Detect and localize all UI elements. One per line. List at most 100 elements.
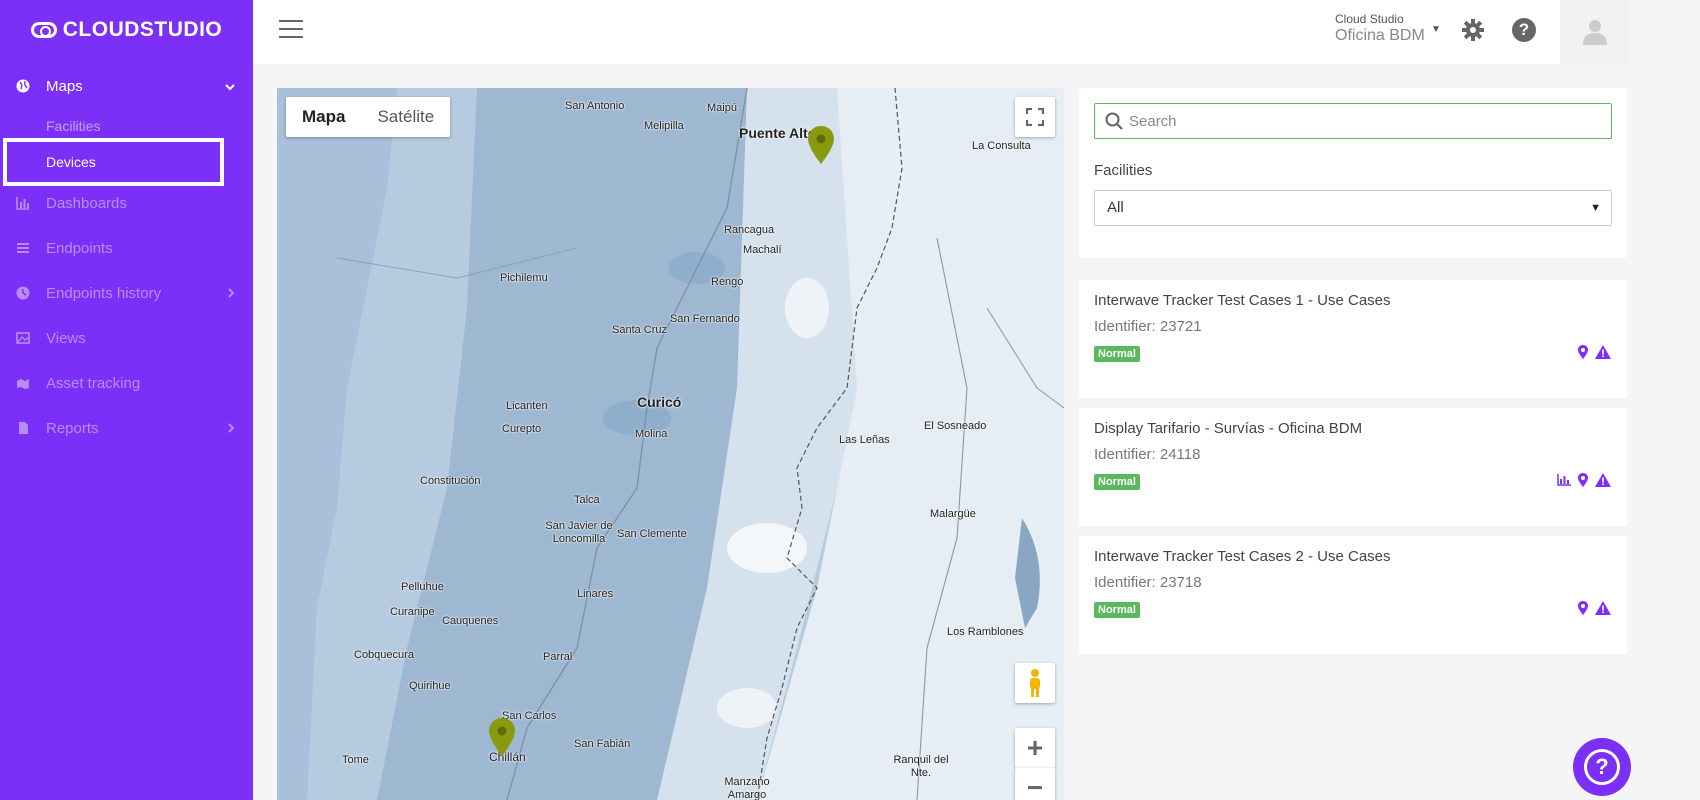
sidebar-item-label: Views	[46, 329, 86, 347]
sidebar-item-endpoints[interactable]: Endpoints	[0, 228, 253, 268]
status-badge: Normal	[1094, 346, 1140, 362]
map-place-label: Machalí	[743, 244, 782, 256]
caret-down-icon: ▼	[1590, 202, 1601, 214]
cloud-logo-icon	[30, 22, 57, 38]
image-icon	[16, 331, 30, 345]
help-icon: ?	[1584, 749, 1620, 785]
location-icon[interactable]	[1578, 601, 1588, 619]
device-identifier: Identifier: 24118	[1094, 446, 1201, 463]
file-icon	[16, 421, 30, 435]
floating-help-button[interactable]: ?	[1573, 738, 1631, 796]
map-place-label: Cauquenes	[442, 615, 499, 627]
menu-toggle-icon[interactable]	[279, 20, 303, 40]
map-view[interactable]: San Antonio Maipú Melipilla Puente Alto …	[277, 88, 1064, 800]
sidebar-item-label: Asset tracking	[46, 374, 141, 392]
warning-icon[interactable]	[1595, 473, 1611, 491]
map-place-label: El Sosneado	[924, 420, 987, 432]
device-card[interactable]: Interwave Tracker Test Cases 2 - Use Cas…	[1079, 536, 1627, 654]
facilities-selected-value: All	[1107, 199, 1124, 216]
street-view-button[interactable]	[1015, 663, 1055, 703]
gear-icon[interactable]	[1461, 18, 1485, 42]
help-icon[interactable]: ?	[1512, 18, 1536, 42]
map-place-label: Melipilla	[644, 120, 684, 132]
warning-icon[interactable]	[1595, 601, 1611, 619]
sidebar-item-label: Dashboards	[46, 194, 127, 212]
map-place-label: Rancagua	[724, 224, 775, 236]
map-place-label: Molina	[635, 428, 668, 440]
device-filter-card: Facilities All ▼	[1079, 88, 1627, 258]
user-icon	[1583, 20, 1607, 45]
device-map-pin[interactable]	[489, 718, 515, 756]
map-place-label: Licanten	[506, 400, 548, 412]
brand-logo[interactable]: CLOUDSTUDIO	[0, 0, 253, 60]
map-terrain	[277, 88, 1064, 800]
device-name: Interwave Tracker Test Cases 2 - Use Cas…	[1094, 548, 1391, 565]
map-place-label: Puente Alto	[739, 125, 817, 141]
map-place-label: San Fabián	[574, 738, 631, 750]
search-icon	[1105, 112, 1123, 130]
avatar[interactable]	[1560, 0, 1630, 64]
map-place-label: Santa Cruz	[612, 324, 668, 336]
search-input[interactable]	[1129, 112, 1599, 130]
map-place-label: Pelluhue	[401, 581, 444, 593]
caret-down-icon: ▼	[1431, 24, 1441, 35]
sidebar: CLOUDSTUDIO Maps Facilities Devices Dash…	[0, 0, 253, 800]
sidebar-item-label: Reports	[46, 419, 99, 437]
map-place-label: Las Leñas	[839, 434, 890, 446]
sidebar-item-reports[interactable]: Reports	[0, 408, 253, 448]
chart-icon[interactable]	[1557, 474, 1571, 490]
warning-icon[interactable]	[1595, 345, 1611, 363]
map-place-label: La Consulta	[972, 140, 1031, 152]
sidebar-item-endpoints-history[interactable]: Endpoints history	[0, 273, 253, 313]
map-place-label: Parral	[543, 651, 573, 663]
location-icon[interactable]	[1578, 345, 1588, 363]
sidebar-item-label: Endpoints history	[46, 284, 162, 302]
sidebar-item-label: Maps	[46, 77, 83, 95]
clock-icon	[16, 286, 30, 300]
map-place-label: Rengo	[711, 276, 744, 288]
chevron-down-icon	[225, 78, 235, 94]
map-place-label: Quirihue	[409, 680, 451, 692]
sidebar-subitem-facilities[interactable]: Facilities	[46, 118, 100, 134]
map-type-map-button[interactable]: Mapa	[286, 97, 361, 137]
sidebar-item-asset-tracking[interactable]: Asset tracking	[0, 363, 253, 403]
chart-icon	[16, 196, 30, 210]
facilities-select[interactable]: All ▼	[1094, 190, 1612, 226]
device-name: Display Tarifario - Survías - Oficina BD…	[1094, 420, 1363, 437]
chevron-right-icon	[227, 285, 235, 301]
status-badge: Normal	[1094, 602, 1140, 618]
map-place-label: Tome	[342, 754, 369, 766]
zoom-out-button[interactable]: −	[1015, 768, 1055, 800]
map-type-toggle: Mapa Satélite	[286, 97, 451, 137]
map-place-label: San Fernando	[670, 313, 740, 325]
zoom-in-button[interactable]: +	[1015, 728, 1055, 768]
device-map-pin[interactable]	[808, 126, 834, 164]
device-identifier: Identifier: 23718	[1094, 574, 1202, 591]
map-place-label: Talca	[574, 494, 600, 506]
map-place-label: Manzano Amargo	[724, 776, 770, 800]
sidebar-item-maps[interactable]: Maps	[0, 66, 253, 106]
map-place-label: Curepto	[502, 423, 542, 435]
facilities-label: Facilities	[1094, 162, 1153, 179]
location-icon[interactable]	[1578, 473, 1588, 491]
fullscreen-button[interactable]	[1015, 97, 1055, 137]
account-selector[interactable]: Cloud Studio Oficina BDM ▼	[1335, 12, 1441, 45]
map-place-label: San Clemente	[617, 528, 687, 540]
sidebar-item-dashboards[interactable]: Dashboards	[0, 183, 253, 223]
device-actions	[1557, 473, 1611, 491]
pegman-icon	[1030, 669, 1040, 697]
device-card[interactable]: Interwave Tracker Test Cases 1 - Use Cas…	[1079, 280, 1627, 398]
route-icon	[16, 376, 30, 390]
list-icon	[16, 241, 30, 255]
device-name: Interwave Tracker Test Cases 1 - Use Cas…	[1094, 292, 1391, 309]
map-place-label: Constitución	[420, 475, 481, 487]
map-place-label: Malargüe	[930, 508, 976, 520]
search-box	[1094, 103, 1612, 139]
device-card[interactable]: Display Tarifario - Survías - Oficina BD…	[1079, 408, 1627, 526]
device-actions	[1578, 345, 1611, 363]
map-type-satellite-button[interactable]: Satélite	[361, 97, 450, 137]
map-place-label: San Javier de Loncomilla	[545, 520, 613, 545]
chevron-right-icon	[227, 420, 235, 436]
sidebar-item-views[interactable]: Views	[0, 318, 253, 358]
active-item-highlight	[3, 138, 224, 186]
